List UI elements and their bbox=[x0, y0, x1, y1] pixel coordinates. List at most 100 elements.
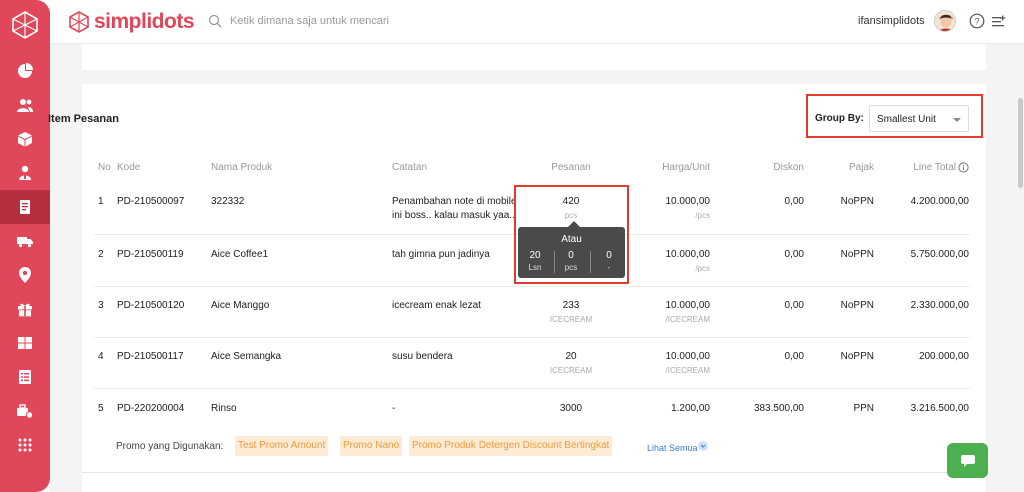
users-icon bbox=[17, 99, 33, 112]
section-title: Item Pesanan bbox=[48, 113, 119, 125]
row2-harga: 10.000,00 bbox=[665, 249, 711, 260]
unit-conversion-tooltip: Atau 20 Lsn 0 pcs 0 - bbox=[518, 227, 625, 278]
row1-harga: 10.000,00 bbox=[665, 196, 711, 207]
next-card bbox=[82, 472, 986, 492]
row2-harga-unit: /pcs bbox=[695, 264, 710, 273]
scroll-thumb[interactable] bbox=[1018, 98, 1023, 188]
row3-kode: PD-210500120 bbox=[117, 300, 185, 311]
row4-pajak: NoPPN bbox=[840, 351, 874, 362]
sidebar-item-apps[interactable] bbox=[0, 428, 50, 462]
sidebar-item-products[interactable] bbox=[0, 122, 50, 156]
tooltip-col-pcs: 0 pcs bbox=[556, 250, 586, 272]
tooltip-unit: Lsn bbox=[528, 263, 542, 272]
row1-catatan-line2: ini boss.. kalau masuk yaa.. bbox=[392, 210, 515, 221]
sidebar-item-settings[interactable] bbox=[0, 394, 50, 428]
warehouse-icon bbox=[18, 337, 32, 349]
sidebar-item-customers[interactable] bbox=[0, 88, 50, 122]
row4-diskon: 0,00 bbox=[784, 351, 804, 362]
row3-qty[interactable]: 233 bbox=[531, 300, 611, 311]
box-icon bbox=[18, 132, 32, 147]
col-header-pesanan: Pesanan bbox=[551, 162, 591, 173]
delivery-truck-icon bbox=[17, 237, 33, 248]
tooltip-unit: - bbox=[607, 263, 611, 272]
row2-kode: PD-210500119 bbox=[117, 249, 184, 260]
sidebar-item-promo[interactable] bbox=[0, 292, 50, 326]
row1-kode: PD-210500097 bbox=[117, 196, 185, 207]
chevron-down-icon[interactable] bbox=[698, 441, 708, 451]
row3-nama: Aice Manggo bbox=[211, 300, 270, 311]
summary-card bbox=[82, 44, 986, 70]
row5-diskon: 383.500,00 bbox=[753, 403, 804, 414]
chat-button[interactable] bbox=[947, 443, 988, 478]
row4-kode: PD-210500117 bbox=[117, 351, 184, 362]
tooltip-title: Atau bbox=[561, 234, 582, 245]
row3-catatan: icecream enak lezat bbox=[392, 300, 481, 311]
promo-chip[interactable]: Promo Produk Detergen Discount Bertingka… bbox=[409, 436, 613, 456]
search-icon bbox=[208, 14, 222, 28]
row5-harga: 1.200,00 bbox=[671, 403, 710, 414]
brand-name: simplidots bbox=[94, 10, 195, 33]
tooltip-col-lsn: 20 Lsn bbox=[520, 250, 550, 272]
sidebar-item-orders[interactable] bbox=[0, 190, 50, 224]
tooltip-col-other: 0 - bbox=[594, 250, 624, 272]
username[interactable]: ifansimplidots bbox=[858, 15, 925, 27]
report-list-icon bbox=[19, 370, 31, 384]
sidebar-item-dashboard[interactable] bbox=[0, 54, 50, 88]
avatar-face-icon bbox=[935, 11, 955, 31]
location-pin-icon bbox=[19, 267, 31, 283]
row5-qty[interactable]: 3000 bbox=[531, 403, 611, 414]
row5-catatan: - bbox=[392, 403, 396, 414]
row3-no: 3 bbox=[98, 300, 104, 311]
info-icon[interactable] bbox=[958, 162, 969, 173]
chevron-down-icon bbox=[953, 118, 961, 122]
apps-grid-icon bbox=[18, 438, 32, 452]
row-divider bbox=[94, 286, 970, 287]
row3-harga: 10.000,00 bbox=[665, 300, 711, 311]
tooltip-value: 20 bbox=[529, 250, 541, 261]
row5-total: 3.216.500,00 bbox=[910, 403, 969, 414]
row4-harga: 10.000,00 bbox=[665, 351, 711, 362]
row2-catatan: tah gimna pun jadinya bbox=[392, 249, 490, 260]
sidebar-item-salesman[interactable] bbox=[0, 156, 50, 190]
col-header-diskon: Diskon bbox=[773, 162, 804, 173]
col-header-nama: Nama Produk bbox=[211, 162, 273, 173]
row2-pajak: NoPPN bbox=[840, 249, 874, 260]
promo-label: Promo yang Digunakan: bbox=[116, 441, 224, 452]
sidebar-item-warehouse[interactable] bbox=[0, 326, 50, 360]
sidebar-item-reports[interactable] bbox=[0, 360, 50, 394]
row4-qty[interactable]: 20 bbox=[531, 351, 611, 362]
group-by-select[interactable]: Smallest Unit bbox=[869, 105, 969, 132]
cart-settings-icon bbox=[17, 404, 33, 419]
chat-bubble-icon bbox=[960, 454, 975, 467]
menu-list-icon[interactable] bbox=[991, 13, 1007, 29]
help-icon[interactable]: ? bbox=[969, 13, 985, 29]
row1-no: 1 bbox=[98, 196, 104, 207]
row4-qty-unit: ICECREAM bbox=[549, 366, 593, 375]
app-logo-icon[interactable] bbox=[10, 10, 40, 40]
row4-total: 200.000,00 bbox=[918, 351, 969, 362]
col-header-harga: Harga/Unit bbox=[662, 162, 710, 173]
search-input[interactable] bbox=[230, 11, 550, 31]
row-divider bbox=[94, 388, 970, 389]
row1-harga-unit: /pcs bbox=[695, 211, 710, 220]
promo-chip[interactable]: Promo Nano bbox=[340, 436, 403, 456]
order-document-icon bbox=[20, 200, 30, 214]
row3-harga-unit: /ICECREAM bbox=[665, 315, 710, 324]
row1-pajak: NoPPN bbox=[840, 196, 874, 207]
row1-total: 4.200.000,00 bbox=[910, 196, 969, 207]
sidebar-item-location[interactable] bbox=[0, 258, 50, 292]
dashboard-pie-icon bbox=[18, 63, 33, 78]
tooltip-value: 0 bbox=[606, 250, 612, 261]
row2-total: 5.750.000,00 bbox=[910, 249, 969, 260]
row3-total: 2.330.000,00 bbox=[910, 300, 969, 311]
col-header-no: No bbox=[98, 162, 111, 173]
brand-logo[interactable]: simplidots bbox=[68, 9, 195, 35]
page-scrollbar[interactable] bbox=[1016, 70, 1024, 470]
see-all-promo-link[interactable]: Lihat Semua bbox=[647, 443, 698, 453]
row1-nama: 322332 bbox=[211, 196, 245, 207]
promo-chip[interactable]: Test Promo Amount bbox=[235, 436, 329, 456]
row5-pajak: PPN bbox=[853, 403, 874, 414]
avatar[interactable] bbox=[934, 10, 956, 32]
col-header-total: Line Total bbox=[913, 162, 956, 173]
sidebar-item-delivery[interactable] bbox=[0, 224, 50, 258]
